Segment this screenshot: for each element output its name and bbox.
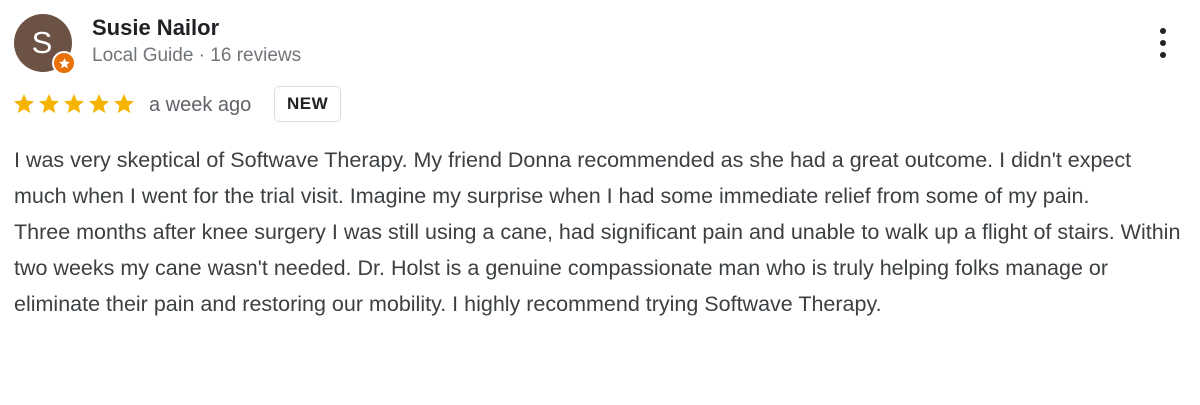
more-vertical-icon-dot: [1160, 28, 1166, 34]
review-paragraph: Three months after knee surgery I was st…: [14, 220, 1181, 316]
avatar-initial: S: [31, 25, 53, 60]
star-icon: [37, 92, 61, 116]
author-name[interactable]: Susie Nailor: [92, 14, 219, 42]
review-text: I was very skeptical of Softwave Therapy…: [14, 142, 1186, 322]
more-options-button[interactable]: [1148, 24, 1178, 62]
star-icon: [87, 92, 111, 116]
review-paragraph: I was very skeptical of Softwave Therapy…: [14, 148, 1132, 208]
author-meta: Local Guide · 16 reviews: [92, 45, 302, 66]
star-icon: [62, 92, 86, 116]
local-guide-badge-icon: [52, 51, 76, 75]
more-vertical-icon-dot: [1160, 40, 1166, 46]
star-icon: [12, 92, 36, 116]
review-time: a week ago: [149, 94, 252, 116]
review-card: S Susie Nailor Local Guide · 16 reviews …: [0, 0, 1200, 405]
more-vertical-icon-dot: [1160, 52, 1166, 58]
star-rating: [12, 92, 136, 116]
star-icon: [112, 92, 136, 116]
new-badge: NEW: [274, 86, 342, 122]
